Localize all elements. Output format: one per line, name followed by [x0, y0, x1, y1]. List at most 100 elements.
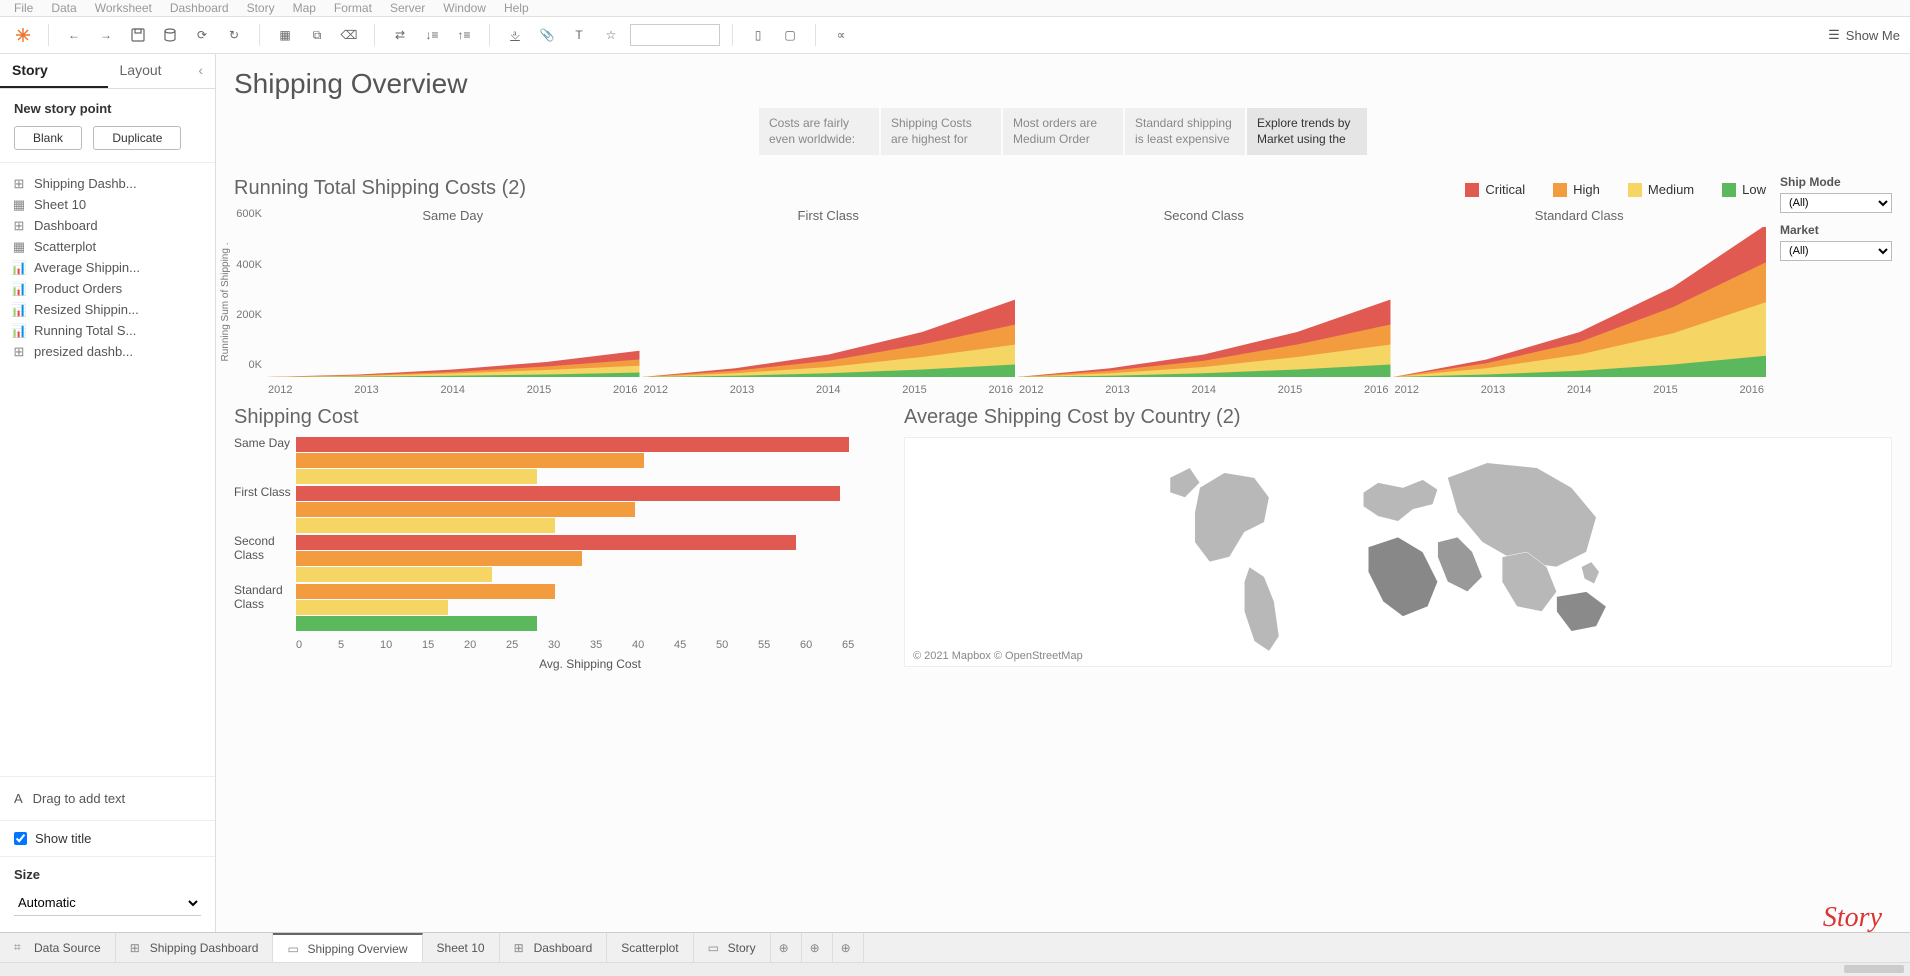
new-dashboard-button[interactable]: ⊕ — [802, 933, 833, 962]
sheet-tab-data-source[interactable]: ⌗Data Source — [0, 933, 116, 962]
bar-critical[interactable] — [296, 535, 796, 550]
sheet-tab-shipping-dashboard[interactable]: ⊞Shipping Dashboard — [116, 933, 274, 962]
tree-item[interactable]: ▦Sheet 10 — [12, 194, 203, 215]
bar-medium[interactable] — [296, 518, 555, 533]
autoupdate-icon[interactable]: ⟳ — [189, 22, 215, 48]
sheet-tab-sheet-10[interactable]: Sheet 10 — [423, 933, 500, 962]
filter-shipmode-select[interactable]: (All) — [1780, 193, 1892, 213]
highlight-icon[interactable]: ⎀ — [502, 22, 528, 48]
bar-critical[interactable] — [296, 437, 849, 452]
new-datasource-icon[interactable] — [157, 22, 183, 48]
drag-text-hint[interactable]: A Drag to add text — [0, 776, 215, 820]
bar-high[interactable] — [296, 584, 555, 599]
filters-panel: Ship Mode (All) Market (All) — [1780, 171, 1892, 396]
share-icon[interactable]: ∝ — [828, 22, 854, 48]
sheet-tab-shipping-overview[interactable]: ▭Shipping Overview — [273, 933, 422, 962]
back-icon[interactable]: ← — [61, 22, 87, 48]
caption-4[interactable]: Explore trends by Market using the — [1247, 108, 1367, 155]
tree-item[interactable]: 📊Resized Shippin... — [12, 299, 203, 320]
new-worksheet-icon[interactable]: ▦ — [272, 22, 298, 48]
sort-asc-icon[interactable]: ↓≡ — [419, 22, 445, 48]
sheet-tab-story[interactable]: ▭Story — [694, 933, 771, 962]
clear-icon[interactable]: ⌫ — [336, 22, 362, 48]
tree-item[interactable]: 📊Running Total S... — [12, 320, 203, 341]
tree-item[interactable]: 📊Average Shippin... — [12, 257, 203, 278]
show-me-button[interactable]: ☰ Show Me — [1828, 27, 1900, 43]
tab-story[interactable]: Story — [0, 54, 108, 88]
toolbar-search-input[interactable] — [630, 24, 720, 46]
pin-icon[interactable]: ☆ — [598, 22, 624, 48]
datasource-icon: ⌗ — [14, 940, 28, 955]
attach-icon[interactable]: 📎 — [534, 22, 560, 48]
bar-title: Shipping Cost — [234, 406, 884, 429]
new-sheet-button[interactable]: ⊕ — [771, 933, 802, 962]
menu-server[interactable]: Server — [390, 1, 425, 15]
label-icon[interactable]: T — [566, 22, 592, 48]
bar-high[interactable] — [296, 502, 635, 517]
sheets-tree: ⊞Shipping Dashb...▦Sheet 10⊞Dashboard▦Sc… — [0, 163, 215, 372]
forward-icon[interactable]: → — [93, 22, 119, 48]
caption-2[interactable]: Most orders are Medium Order — [1003, 108, 1123, 155]
story-canvas: Shipping Overview Costs are fairly even … — [216, 54, 1910, 932]
map-attribution: © 2021 Mapbox © OpenStreetMap — [913, 650, 1083, 662]
show-me-icon: ☰ — [1828, 27, 1840, 43]
dashboard-icon: ⊞ — [12, 219, 26, 233]
menu-story[interactable]: Story — [247, 1, 275, 15]
legend-medium[interactable]: Medium — [1628, 182, 1694, 197]
legend-high[interactable]: High — [1553, 182, 1600, 197]
menu-worksheet[interactable]: Worksheet — [95, 1, 152, 15]
bar-critical[interactable] — [296, 486, 840, 501]
tab-layout[interactable]: Layout‹ — [108, 54, 216, 88]
bar-row: First Class — [234, 486, 876, 533]
presentation-icon[interactable]: ▢ — [777, 22, 803, 48]
tree-item[interactable]: ⊞Shipping Dashb... — [12, 173, 203, 194]
sheet-tabs: ⌗Data Source⊞Shipping Dashboard▭Shipping… — [0, 932, 1910, 962]
menu-help[interactable]: Help — [504, 1, 529, 15]
tree-item[interactable]: ⊞Dashboard — [12, 215, 203, 236]
menu-file[interactable]: File — [14, 1, 33, 15]
filter-market-select[interactable]: (All) — [1780, 241, 1892, 261]
story-icon: ▭ — [287, 942, 301, 956]
legend-critical[interactable]: Critical — [1465, 182, 1525, 197]
show-title-checkbox[interactable] — [14, 832, 27, 845]
save-icon[interactable] — [125, 22, 151, 48]
fit-icon[interactable]: ▯ — [745, 22, 771, 48]
sheet-tab-scatterplot[interactable]: Scatterplot — [607, 933, 693, 962]
swap-icon[interactable]: ⇄ — [387, 22, 413, 48]
dashboard-icon: ⊞ — [12, 177, 26, 191]
bar-high[interactable] — [296, 453, 644, 468]
area-y-axis: Running Sum of Shipping . 600K400K200K0K — [234, 208, 266, 396]
tree-item[interactable]: 📊Product Orders — [12, 278, 203, 299]
menu-format[interactable]: Format — [334, 1, 372, 15]
menu-data[interactable]: Data — [51, 1, 76, 15]
sheet-tab-dashboard[interactable]: ⊞Dashboard — [500, 933, 608, 962]
caption-3[interactable]: Standard shipping is least expensive — [1125, 108, 1245, 155]
facet-first-class: First Class20122013201420152016 — [642, 208, 1016, 396]
legend-low[interactable]: Low — [1722, 182, 1766, 197]
bar-high[interactable] — [296, 551, 582, 566]
menu-window[interactable]: Window — [443, 1, 486, 15]
sort-desc-icon[interactable]: ↑≡ — [451, 22, 477, 48]
caption-1[interactable]: Shipping Costs are highest for — [881, 108, 1001, 155]
bar-low[interactable] — [296, 616, 537, 631]
facet-standard-class: Standard Class20122013201420152016 — [1393, 208, 1767, 396]
new-story-button[interactable]: ⊕ — [833, 933, 864, 962]
bar-medium[interactable] — [296, 469, 537, 484]
story-icon: ▭ — [708, 941, 722, 955]
map-title: Average Shipping Cost by Country (2) — [904, 406, 1892, 429]
duplicate-button[interactable]: Duplicate — [93, 126, 181, 150]
blank-button[interactable]: Blank — [14, 126, 82, 150]
tableau-logo-icon[interactable] — [10, 22, 36, 48]
tree-item[interactable]: ▦Scatterplot — [12, 236, 203, 257]
refresh-icon[interactable]: ↻ — [221, 22, 247, 48]
bar-medium[interactable] — [296, 600, 448, 615]
duplicate-icon[interactable]: ⧉ — [304, 22, 330, 48]
bar-medium[interactable] — [296, 567, 492, 582]
menu-map[interactable]: Map — [293, 1, 316, 15]
map-view[interactable]: © 2021 Mapbox © OpenStreetMap — [904, 437, 1892, 667]
caption-0[interactable]: Costs are fairly even worldwide: — [759, 108, 879, 155]
size-select[interactable]: Automatic — [14, 890, 201, 916]
tree-item[interactable]: ⊞presized dashb... — [12, 341, 203, 362]
menu-dashboard[interactable]: Dashboard — [170, 1, 229, 15]
app-toolbar: ← → ⟳ ↻ ▦ ⧉ ⌫ ⇄ ↓≡ ↑≡ ⎀ 📎 T ☆ ▯ ▢ ∝ ☰ Sh… — [0, 16, 1910, 54]
